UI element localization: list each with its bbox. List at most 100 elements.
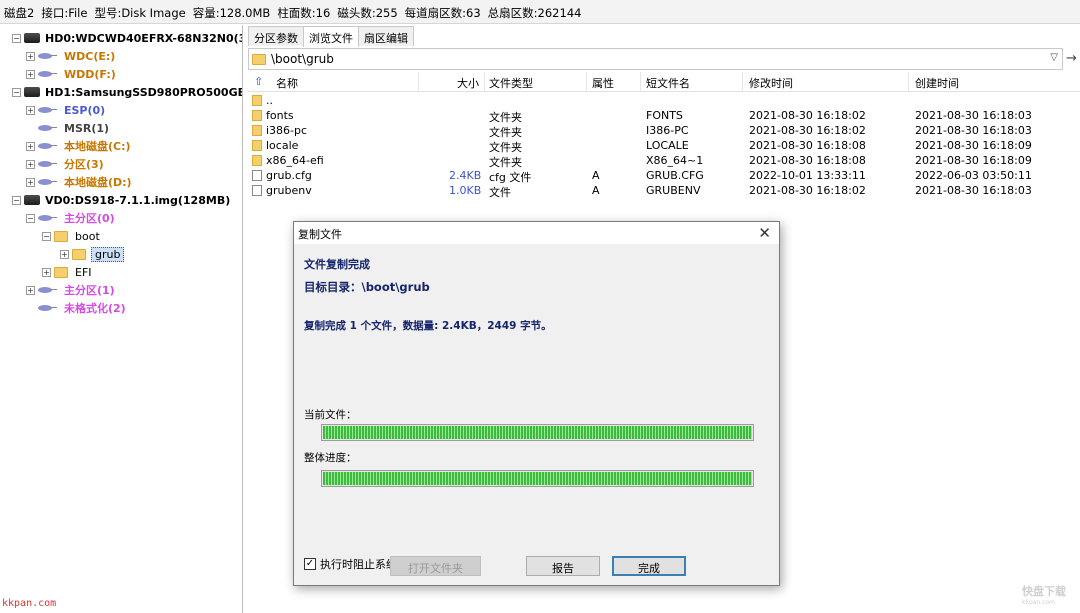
collapse-icon[interactable]: −	[12, 87, 21, 97]
target-directory: 目标目录：\boot\grub	[304, 280, 430, 294]
collapse-icon[interactable]: −	[12, 33, 21, 43]
open-folder-button[interactable]: 打开文件夹	[390, 556, 481, 576]
view-tabs: 分区参数 浏览文件 扇区编辑	[248, 26, 414, 47]
column-size[interactable]: 大小	[457, 75, 479, 91]
expand-icon[interactable]: +	[60, 249, 69, 259]
tree-node-esp[interactable]: + ESP(0)	[26, 101, 105, 119]
column-modified[interactable]: 修改时间	[749, 75, 793, 91]
expand-icon[interactable]: +	[26, 105, 35, 115]
partition-icon	[38, 305, 57, 311]
tree-node-efi[interactable]: + EFI	[42, 263, 92, 281]
tree-node-label: 本地磁盘(C:)	[64, 140, 131, 153]
go-arrow-icon[interactable]: →	[1066, 51, 1077, 66]
tree-node-hd1[interactable]: − HD1:SamsungSSD980PRO500GB(466	[12, 83, 243, 101]
column-type[interactable]: 文件类型	[489, 75, 533, 91]
tree-node-label: HD0:WDCWD40EFRX-68N32N0(3726	[45, 31, 242, 45]
partition-icon	[38, 125, 57, 131]
tree-node-grub[interactable]: + grub	[60, 245, 125, 263]
close-icon[interactable]: ✕	[758, 224, 771, 242]
column-attributes[interactable]: 属性	[592, 75, 614, 91]
path-input[interactable]: \boot\grub ▽	[248, 48, 1063, 70]
tree-node-label: VD0:DS918-7.1.1.img(128MB)	[45, 193, 231, 207]
hard-disk-icon	[24, 87, 40, 97]
file-created: 2021-08-30 16:18:09	[915, 139, 1032, 152]
sort-up-icon[interactable]: ⇧	[254, 75, 263, 88]
copy-complete-heading: 文件复制完成	[304, 258, 370, 271]
done-button[interactable]: 完成	[612, 556, 686, 576]
tree-node-primary-1[interactable]: + 主分区(1)	[26, 281, 115, 299]
file-icon	[252, 185, 262, 196]
partition-icon	[38, 287, 57, 293]
table-row[interactable]: i386-pc 文件夹 I386-PC 2021-08-30 16:18:02 …	[248, 123, 1080, 139]
file-attributes: A	[592, 169, 600, 182]
expand-icon[interactable]: +	[26, 69, 35, 79]
partition-icon	[38, 215, 57, 221]
table-row[interactable]: grubenv 1.0KB 文件 A GRUBENV 2021-08-30 16…	[248, 183, 1080, 199]
table-row[interactable]: grub.cfg 2.4KB cfg 文件 A GRUB.CFG 2022-10…	[248, 168, 1080, 184]
tree-node-msr[interactable]: MSR(1)	[26, 119, 109, 137]
file-created: 2021-08-30 16:18:09	[915, 154, 1032, 167]
expand-icon[interactable]: +	[26, 141, 35, 151]
copy-summary: 复制完成 1 个文件，数据量: 2.4KB，2449 字节。	[304, 320, 552, 332]
tree-node-wdd[interactable]: + WDD(F:)	[26, 65, 116, 83]
tree-node-partition-3[interactable]: + 分区(3)	[26, 155, 104, 173]
cylinders-label: 柱面数:16	[277, 6, 331, 20]
file-name: ..	[266, 94, 273, 107]
collapse-icon[interactable]: −	[42, 231, 51, 241]
tree-node-label: grub	[91, 246, 125, 262]
collapse-icon[interactable]: −	[26, 213, 35, 223]
tree-node-label: boot	[75, 229, 100, 243]
partition-icon	[38, 161, 57, 167]
tree-node-wdc[interactable]: + WDC(E:)	[26, 47, 115, 65]
tree-node-label: 分区(3)	[64, 158, 104, 171]
folder-icon	[252, 140, 262, 151]
column-short-name[interactable]: 短文件名	[646, 75, 690, 91]
current-file-progress-fill	[323, 426, 752, 439]
disk-label: 磁盘2	[4, 6, 35, 20]
folder-icon	[252, 53, 266, 65]
file-short-name: GRUBENV	[646, 184, 701, 197]
table-row[interactable]: locale 文件夹 LOCALE 2021-08-30 16:18:08 20…	[248, 138, 1080, 154]
path-text: \boot\grub	[271, 52, 334, 66]
table-row[interactable]: x86_64-efi 文件夹 X86_64~1 2021-08-30 16:18…	[248, 153, 1080, 169]
table-row[interactable]: ..	[248, 93, 1080, 108]
tree-node-local-c[interactable]: + 本地磁盘(C:)	[26, 137, 131, 155]
tab-sector-editor[interactable]: 扇区编辑	[358, 26, 414, 46]
file-created: 2022-06-03 03:50:11	[915, 169, 1032, 182]
table-row[interactable]: fonts 文件夹 FONTS 2021-08-30 16:18:02 2021…	[248, 108, 1080, 124]
capacity-label: 容量:128.0MB	[192, 6, 271, 20]
tree-node-unformatted[interactable]: 未格式化(2)	[26, 299, 126, 317]
expand-icon[interactable]: +	[26, 177, 35, 187]
tab-browse-files[interactable]: 浏览文件	[303, 26, 359, 47]
tree-node-local-d[interactable]: + 本地磁盘(D:)	[26, 173, 132, 191]
expand-icon[interactable]: +	[42, 267, 51, 277]
file-icon	[252, 170, 262, 181]
partition-icon	[38, 179, 57, 185]
tree-node-boot[interactable]: − boot	[42, 227, 100, 245]
file-name: i386-pc	[266, 124, 308, 137]
tree-node-primary-0[interactable]: − 主分区(0)	[26, 209, 115, 227]
tree-node-hd0[interactable]: − HD0:WDCWD40EFRX-68N32N0(3726	[12, 29, 242, 47]
chevron-down-icon[interactable]: ▽	[1050, 52, 1058, 63]
column-name[interactable]: 名称	[276, 75, 298, 91]
expand-icon[interactable]: +	[26, 285, 35, 295]
file-modified: 2021-08-30 16:18:02	[749, 184, 866, 197]
model-label: 型号:Disk Image	[94, 6, 186, 20]
expand-icon[interactable]: +	[26, 159, 35, 169]
tree-node-label: EFI	[75, 265, 92, 279]
column-created[interactable]: 创建时间	[915, 75, 959, 91]
expand-icon[interactable]: +	[26, 51, 35, 61]
file-list: .. fonts 文件夹 FONTS 2021-08-30 16:18:02 2…	[248, 93, 1080, 211]
current-file-label: 当前文件：	[304, 409, 357, 421]
overall-progress-fill	[323, 472, 752, 485]
checkmark-icon[interactable]: ✓	[304, 558, 316, 570]
report-button[interactable]: 报告	[526, 556, 600, 576]
tree-node-label: MSR(1)	[64, 121, 110, 135]
file-attributes: A	[592, 184, 600, 197]
tree-node-vd0[interactable]: − VD0:DS918-7.1.1.img(128MB)	[12, 191, 230, 209]
watermark-right-small: kkpan.com	[1022, 599, 1055, 606]
tree-node-label: HD1:SamsungSSD980PRO500GB(466	[45, 85, 243, 99]
tab-partition-params[interactable]: 分区参数	[248, 26, 304, 46]
collapse-icon[interactable]: −	[12, 195, 21, 205]
disk-tree[interactable]: − HD0:WDCWD40EFRX-68N32N0(3726 + WDC(E:)…	[0, 25, 243, 613]
